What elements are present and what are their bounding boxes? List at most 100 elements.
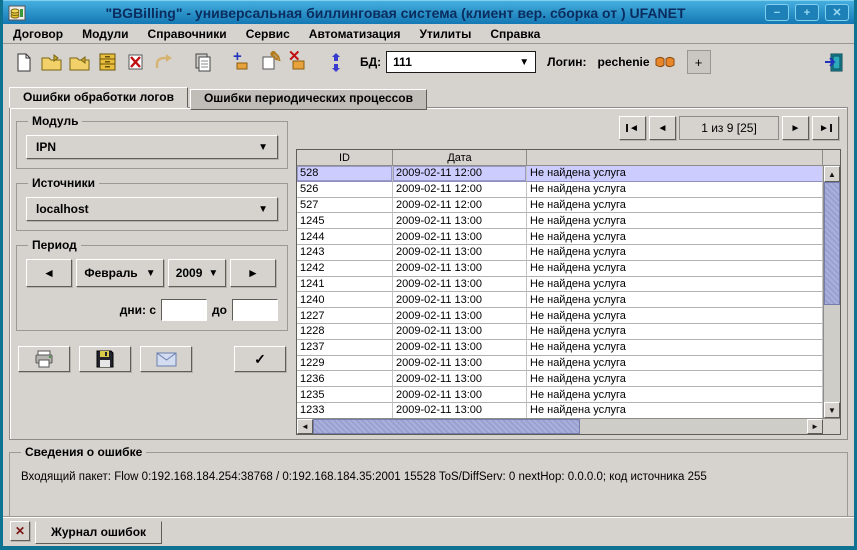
table-row[interactable]: 528 2009-02-11 12:00 Не найдена услуга (297, 166, 823, 182)
cell-id: 526 (297, 182, 393, 198)
prev-month-button[interactable]: ◄ (26, 259, 72, 287)
open-folder-alt-button[interactable] (67, 49, 92, 75)
sources-select[interactable]: localhost ▼ (26, 197, 278, 221)
tab-periodic-errors[interactable]: Ошибки периодических процессов (190, 89, 427, 110)
apply-button[interactable]: ✓ (234, 346, 286, 372)
cell-date: 2009-02-11 13:00 (393, 245, 527, 261)
table-row[interactable]: 1236 2009-02-11 13:00 Не найдена услуга (297, 371, 823, 387)
scroll-up-icon[interactable]: ▲ (824, 166, 840, 182)
cell-date: 2009-02-11 13:00 (393, 261, 527, 277)
horizontal-scrollbar[interactable]: ◄ ► (297, 418, 840, 434)
copy-button[interactable] (190, 49, 215, 75)
menu-automation[interactable]: Автоматизация (309, 27, 401, 41)
next-page-button[interactable]: ► (782, 116, 809, 140)
header-corner (823, 150, 840, 166)
table-row[interactable]: 1243 2009-02-11 13:00 Не найдена услуга (297, 245, 823, 261)
table-row[interactable]: 1227 2009-02-11 13:00 Не найдена услуга (297, 308, 823, 324)
module-select[interactable]: IPN ▼ (26, 135, 278, 159)
cell-message: Не найдена услуга (527, 198, 823, 214)
edit-item-button[interactable]: ✎ (257, 49, 282, 75)
cell-id: 1237 (297, 340, 393, 356)
tab-log-errors[interactable]: Ошибки обработки логов (9, 87, 188, 108)
bottom-tab-bar: ✕ Журнал ошибок (3, 517, 854, 546)
tab-bar: Ошибки обработки логов Ошибки периодичес… (3, 80, 854, 107)
cell-message: Не найдена услуга (527, 387, 823, 403)
cell-id: 1243 (297, 245, 393, 261)
prev-page-button[interactable]: ◄ (649, 116, 676, 140)
column-header-message[interactable] (527, 150, 823, 166)
table-row[interactable]: 1241 2009-02-11 13:00 Не найдена услуга (297, 277, 823, 293)
window-title: "BGBilling" - универсальная биллинговая … (32, 5, 759, 21)
column-header-date[interactable]: Дата (393, 150, 527, 166)
scroll-down-icon[interactable]: ▼ (824, 402, 840, 418)
maximize-button[interactable]: + (795, 4, 819, 21)
cell-message: Не найдена услуга (527, 324, 823, 340)
cell-message: Не найдена услуга (527, 182, 823, 198)
table-row[interactable]: 526 2009-02-11 12:00 Не найдена услуга (297, 182, 823, 198)
cell-date: 2009-02-11 13:00 (393, 229, 527, 245)
db-select[interactable]: 111 ▼ (386, 51, 536, 73)
menu-directories[interactable]: Справочники (148, 27, 227, 41)
minimize-button[interactable]: − (765, 4, 789, 21)
new-document-button[interactable] (11, 49, 36, 75)
cell-id: 1233 (297, 403, 393, 418)
cell-date: 2009-02-11 13:00 (393, 308, 527, 324)
last-page-button[interactable]: ► (812, 116, 839, 140)
cell-message: Не найдена услуга (527, 245, 823, 261)
exit-icon-button[interactable] (821, 49, 846, 75)
table-row[interactable]: 1229 2009-02-11 13:00 Не найдена услуга (297, 356, 823, 372)
remove-item-button[interactable]: ✕ (285, 49, 310, 75)
cell-date: 2009-02-11 13:00 (393, 277, 527, 293)
cell-id: 1242 (297, 261, 393, 277)
cell-id: 1245 (297, 213, 393, 229)
close-button[interactable]: ✕ (825, 4, 849, 21)
chevron-down-icon: ▼ (519, 57, 529, 68)
print-button[interactable] (18, 346, 70, 372)
cell-id: 1228 (297, 324, 393, 340)
open-folder-button[interactable] (39, 49, 64, 75)
add-item-button[interactable]: + (229, 49, 254, 75)
tab-error-journal[interactable]: Журнал ошибок (35, 521, 162, 544)
table-row[interactable]: 1237 2009-02-11 13:00 Не найдена услуга (297, 340, 823, 356)
vertical-scroll-thumb[interactable] (824, 182, 840, 305)
save-button[interactable] (79, 346, 131, 372)
cell-date: 2009-02-11 13:00 (393, 371, 527, 387)
menu-modules[interactable]: Модули (82, 27, 128, 41)
menu-utilities[interactable]: Утилиты (419, 27, 471, 41)
delete-document-button[interactable] (123, 49, 148, 75)
table-row[interactable]: 1245 2009-02-11 13:00 Не найдена услуга (297, 213, 823, 229)
table-row[interactable]: 1228 2009-02-11 13:00 Не найдена услуга (297, 324, 823, 340)
scroll-left-icon[interactable]: ◄ (297, 419, 313, 434)
day-to-input[interactable] (232, 299, 278, 321)
day-from-input[interactable] (161, 299, 207, 321)
module-group: Модуль IPN ▼ (16, 114, 288, 169)
add-connection-button[interactable]: + (687, 50, 711, 74)
column-header-id[interactable]: ID (297, 150, 393, 166)
archive-drawer-button[interactable] (95, 49, 120, 75)
error-details-title: Сведения о ошибке (21, 445, 146, 459)
days-from-label: дни: с (120, 303, 156, 317)
mail-button[interactable] (140, 346, 192, 372)
refresh-icon-button[interactable] (324, 49, 349, 75)
horizontal-scroll-thumb[interactable] (313, 419, 580, 434)
table-row[interactable]: 1233 2009-02-11 13:00 Не найдена услуга (297, 403, 823, 418)
table-row[interactable]: 1242 2009-02-11 13:00 Не найдена услуга (297, 261, 823, 277)
vertical-scrollbar[interactable]: ▲ ▼ (823, 166, 840, 418)
close-journal-button[interactable]: ✕ (10, 521, 30, 541)
app-icon (8, 4, 26, 22)
log-errors-panel: Модуль IPN ▼ Источники localhost ▼ Перио… (9, 107, 848, 440)
menu-service[interactable]: Сервис (246, 27, 290, 41)
cell-message: Не найдена услуга (527, 340, 823, 356)
period-group-title: Период (28, 238, 81, 252)
scroll-right-icon[interactable]: ► (807, 419, 823, 434)
table-row[interactable]: 1240 2009-02-11 13:00 Не найдена услуга (297, 292, 823, 308)
menu-contract[interactable]: Договор (13, 27, 63, 41)
table-row[interactable]: 1244 2009-02-11 13:00 Не найдена услуга (297, 229, 823, 245)
month-select[interactable]: Февраль ▼ (76, 259, 164, 287)
table-row[interactable]: 1235 2009-02-11 13:00 Не найдена услуга (297, 387, 823, 403)
next-month-button[interactable]: ► (230, 259, 276, 287)
year-select[interactable]: 2009 ▼ (168, 259, 226, 287)
table-row[interactable]: 527 2009-02-11 12:00 Не найдена услуга (297, 198, 823, 214)
first-page-button[interactable]: ◄ (619, 116, 646, 140)
menu-help[interactable]: Справка (490, 27, 540, 41)
